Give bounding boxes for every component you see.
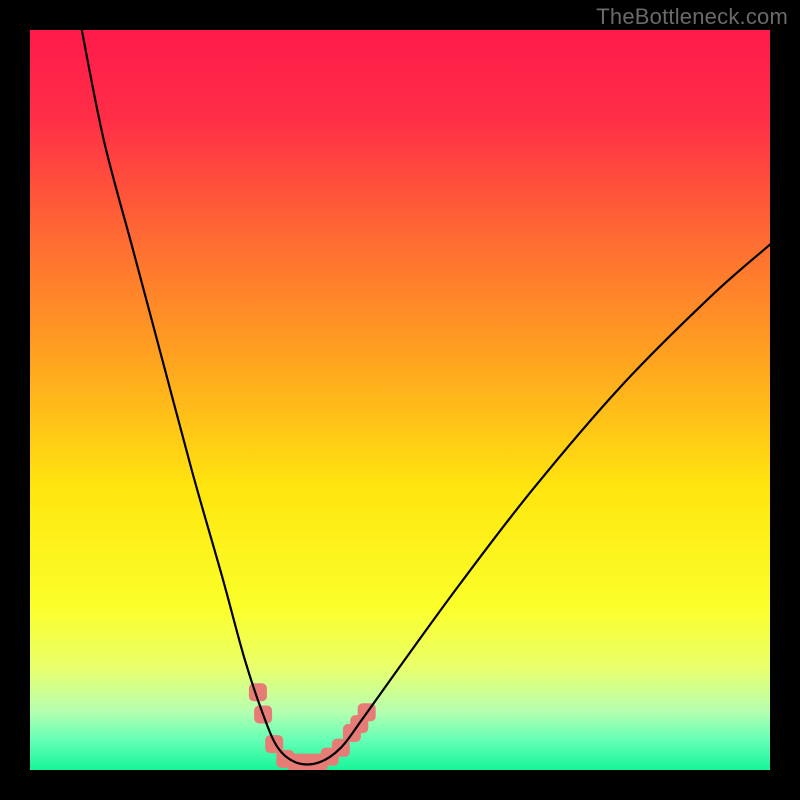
curve-layer [30, 30, 770, 770]
plot-area [30, 30, 770, 770]
watermark-text: TheBottleneck.com [596, 4, 788, 30]
bottleneck-curve [82, 30, 770, 764]
chart-frame: TheBottleneck.com [0, 0, 800, 800]
